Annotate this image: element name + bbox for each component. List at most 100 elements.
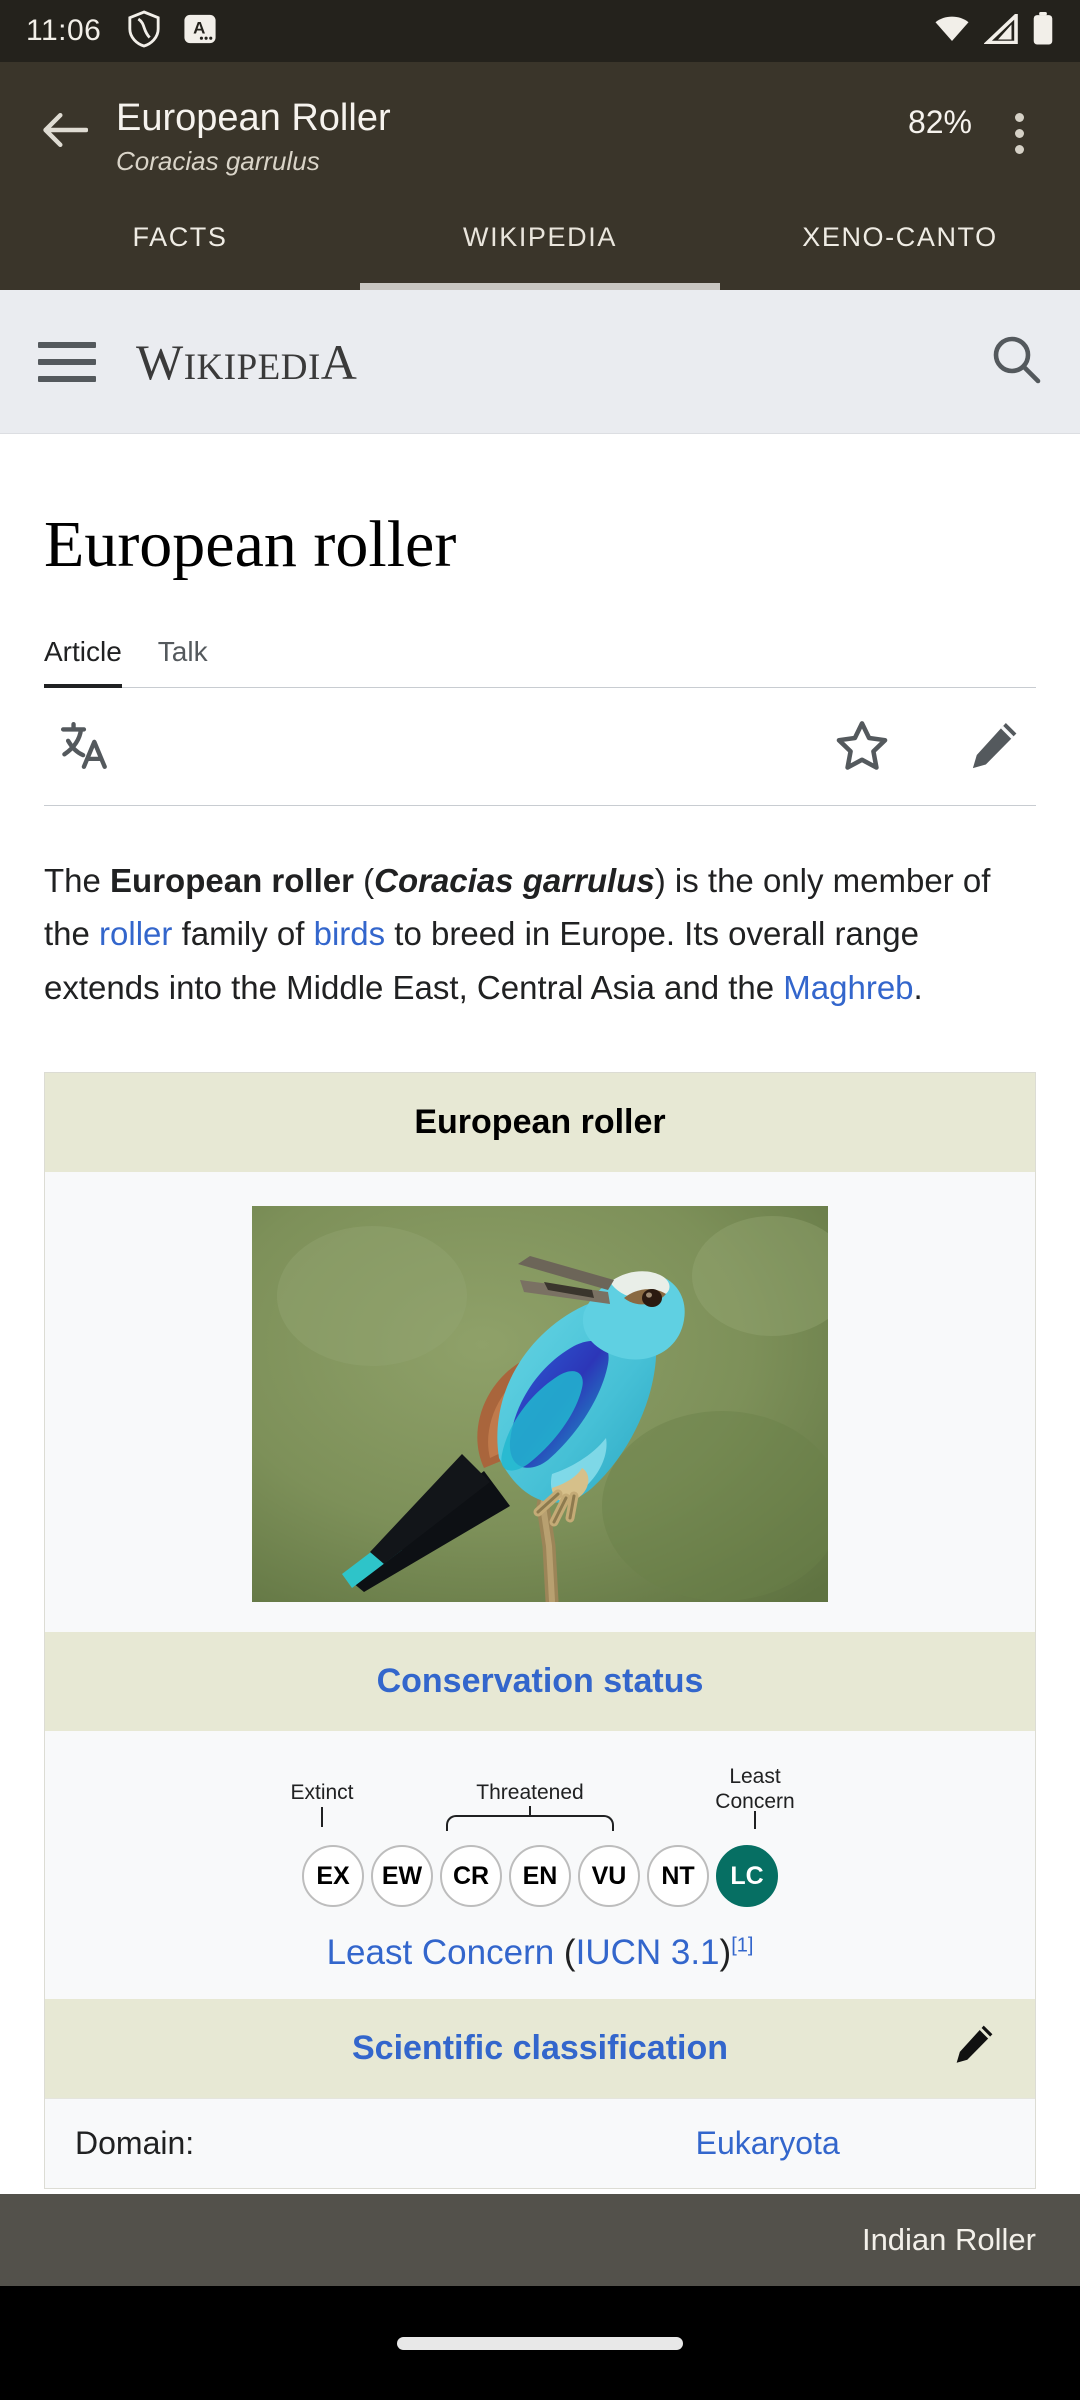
taxobox-row-value[interactable]: Eukaryota [500,2099,1035,2188]
article-lead-paragraph: The European roller (Coracias garrulus) … [44,806,1036,1014]
svg-text:A: A [194,18,206,37]
wikipedia-wordmark-a: A [320,333,358,390]
back-button[interactable] [24,90,104,170]
european-roller-photo[interactable] [252,1206,828,1603]
pencil-icon [972,723,1017,769]
iucn-category-vu[interactable]: VU [578,1845,640,1908]
tab-wikipedia[interactable]: WIKIPEDIA [360,184,720,290]
page-subtitle: Coracias garrulus [116,146,320,176]
iucn-category-circles: EX EW CR EN VU NT LC [302,1845,778,1908]
article-action-row [44,688,1036,806]
lead-scientific-name: Coracias garrulus [374,861,655,899]
iucn-category-en[interactable]: EN [509,1845,571,1908]
cellular-signal-icon [982,10,1018,49]
iucn-label-least-concern: Least Concern [690,1765,820,1814]
language-icon [60,722,107,770]
wikipedia-wordmark-rest: IKIPEDI [183,346,321,388]
taxobox: European roller Conservation status Exti… [44,1072,1036,2190]
wikipedia-site-header: WIKIPEDIA [0,290,1080,434]
tab-label: XENO-CANTO [802,221,998,252]
conservation-status-header[interactable]: Conservation status [45,1632,1035,1732]
reference-marker[interactable]: [1] [731,1935,753,1957]
article-tab-label: Talk [157,635,208,667]
watch-button[interactable] [820,704,904,788]
article-namespace-tabs: Article Talk [44,636,1036,688]
iucn-label-extinct: Extinct [290,1781,354,1805]
pencil-icon [956,2025,993,2063]
iucn-category-cr[interactable]: CR [440,1845,502,1908]
conservation-status-value: Least Concern (IUCN 3.1)[1] [45,1933,1035,1973]
page-title: European Roller [116,97,391,139]
article-tab-talk[interactable]: Talk [158,636,208,688]
conservation-status-section: Extinct Threatened Least Concern EX EW C… [45,1731,1035,2000]
status-paren-close: ) [719,1933,732,1973]
overflow-menu-icon [1014,128,1024,138]
scientific-classification-label: Scientific classification [351,2029,729,2068]
article-tab-article[interactable]: Article [44,636,122,688]
tab-bar: FACTS WIKIPEDIA XENO-CANTO [0,184,1080,290]
hamburger-menu-icon[interactable] [38,341,96,382]
system-navigation-bar [0,2286,1080,2400]
lead-text: ) [654,861,675,899]
scientific-classification-edit-button[interactable] [951,2021,997,2076]
taxobox-row: Domain: Eukaryota [45,2098,1035,2189]
tab-facts[interactable]: FACTS [0,184,360,290]
link-least-concern[interactable]: Least Concern [327,1933,555,1972]
iucn-brace-threatened [446,1815,614,1832]
playback-overlay-bar[interactable]: Indian Roller [0,2194,1080,2286]
scientific-classification-header[interactable]: Scientific classification [45,1999,1035,2099]
iucn-status-graphic: Extinct Threatened Least Concern EX EW C… [45,1759,1035,1908]
tab-label: WIKIPEDIA [463,221,617,252]
phone-screen: 11:06 A European Roller Coracias garrulu… [0,0,1080,2400]
article-content: European roller Article Talk The Europea… [0,434,1080,2190]
shield-icon [127,9,161,53]
search-icon [993,336,1041,384]
language-button[interactable] [44,704,128,788]
lead-text: . [913,968,923,1006]
taxobox-title: European roller [45,1073,1035,1173]
link-roller[interactable]: roller [99,915,172,952]
app-bar-titles: European Roller Coracias garrulus [104,86,908,180]
iucn-category-nt[interactable]: NT [647,1845,709,1908]
taxobox-image-container[interactable] [45,1172,1035,1633]
tab-xeno-canto[interactable]: XENO-CANTO [720,184,1080,290]
star-icon [836,721,888,771]
status-bar-clock: 11:06 [26,14,102,47]
keyboard-language-icon: A [183,12,217,51]
battery-percent-label: 82% [907,104,972,140]
link-iucn-version[interactable]: IUCN 3.1 [576,1933,720,1972]
iucn-labels: Extinct Threatened Least Concern [260,1759,820,1845]
link-birds[interactable]: birds [314,915,386,952]
taxobox-row-key: Domain: [75,2125,195,2162]
status-paren-open: ( [554,1933,576,1973]
home-gesture-pill[interactable] [397,2336,683,2350]
edit-button[interactable] [952,704,1036,788]
status-bar-notification-icons: A [127,9,217,53]
tab-selected-indicator [360,283,720,290]
overflow-menu-icon [1014,112,1024,122]
app-bar: European Roller Coracias garrulus 82% FA… [0,62,1080,290]
overlay-species-label: Indian Roller [861,2222,1036,2257]
article-tab-label: Article [44,635,122,667]
lead-bold-name: European roller [110,861,354,899]
wifi-icon [934,14,970,49]
iucn-category-ew[interactable]: EW [371,1845,433,1908]
link-maghreb[interactable]: Maghreb [783,969,913,1006]
tab-label: FACTS [132,221,228,252]
iucn-label-least-concern-line1: Least [729,1765,781,1789]
overflow-menu-button[interactable] [982,96,1056,170]
wikipedia-wordmark[interactable]: WIKIPEDIA [136,333,357,391]
lead-text: family of [172,915,314,953]
overflow-menu-icon [1014,144,1024,154]
iucn-category-ex[interactable]: EX [302,1845,364,1908]
article-title: European roller [44,508,457,581]
iucn-category-lc[interactable]: LC [716,1845,778,1908]
iucn-tick-least-concern [754,1811,756,1830]
iucn-label-threatened: Threatened [476,1781,584,1805]
wikipedia-wordmark-w: W [136,333,184,390]
lead-text: The [44,861,111,899]
status-bar-system-icons [934,10,1054,51]
back-arrow-icon [43,113,88,147]
lead-text: ( [353,861,375,899]
search-button[interactable] [990,333,1042,390]
